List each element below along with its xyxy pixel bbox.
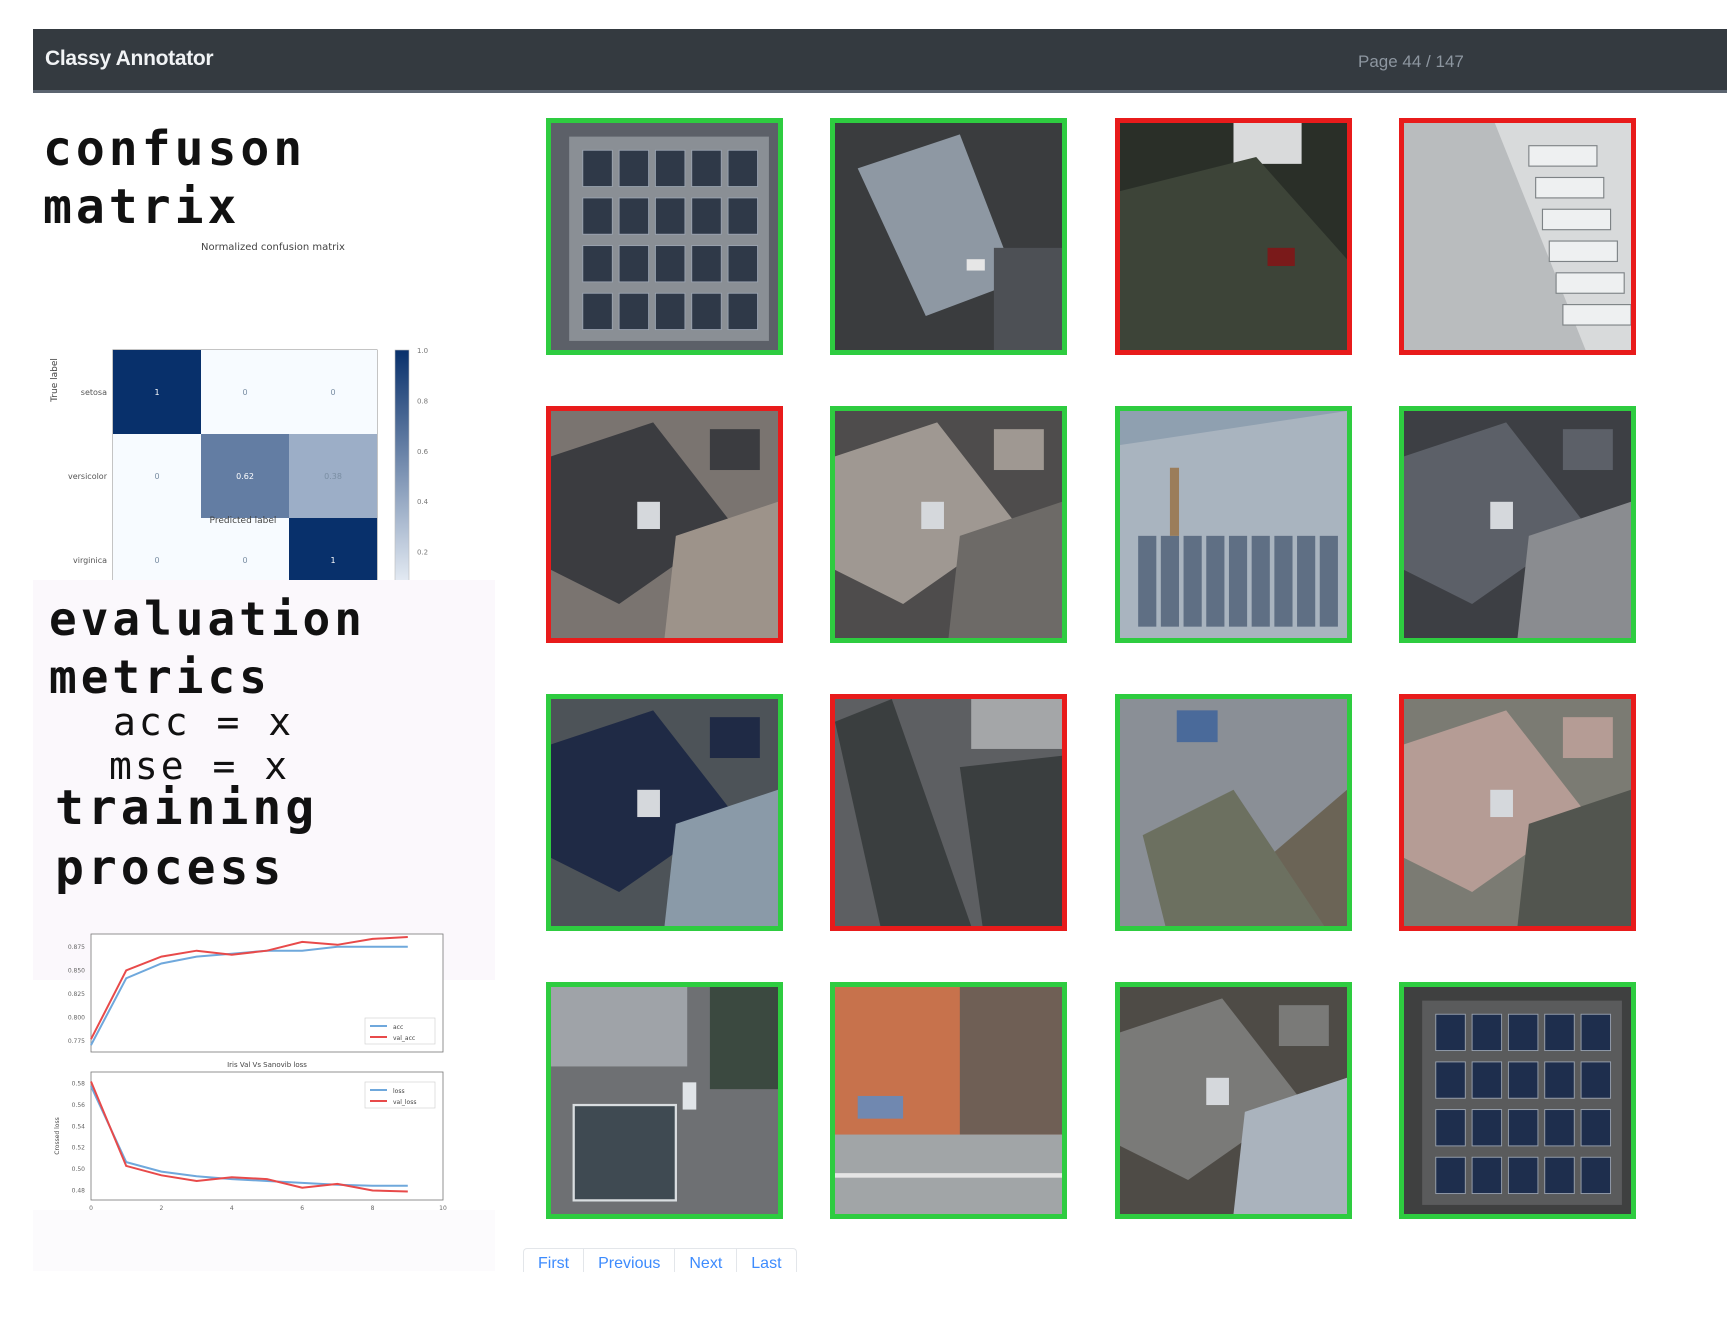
acc-metric: acc = x	[113, 700, 295, 744]
cm-colorbar-tick: 0.8	[417, 397, 428, 405]
cm-cell-label: 0	[330, 388, 335, 397]
first-page-button[interactable]: First	[524, 1249, 585, 1272]
image-tile-correct[interactable]	[830, 118, 1067, 355]
cm-cell-label: 0	[154, 556, 159, 565]
cm-cell-label: 0.62	[236, 472, 254, 481]
image-tile-correct[interactable]	[1115, 406, 1352, 643]
app-title[interactable]: Classy Annotator	[45, 47, 214, 71]
image-tile-correct[interactable]	[1399, 982, 1636, 1219]
cm-title: Normalized confusion matrix	[201, 242, 345, 253]
plot-ytick: 0.56	[72, 1102, 86, 1109]
legend-label: val_acc	[393, 1035, 415, 1042]
cm-cell-label: 0.38	[324, 472, 342, 481]
next-page-button[interactable]: Next	[675, 1249, 738, 1272]
accuracy-plot: 0.775 0.800 0.825 0.850 0.875 acc val_acc	[68, 933, 444, 1053]
image-tile-correct[interactable]	[1115, 982, 1352, 1219]
plot-ytick: 0.48	[72, 1187, 86, 1194]
aerial-photo	[835, 123, 1062, 350]
plot-ytick: 0.775	[68, 1038, 85, 1045]
previous-page-button[interactable]: Previous	[584, 1249, 676, 1272]
confusion-matrix-heading: confuson matrix	[43, 121, 307, 235]
legend-label: acc	[393, 1024, 403, 1031]
image-tile-correct[interactable]	[546, 982, 783, 1219]
evaluation-metrics-heading: evaluation metrics	[49, 590, 409, 706]
cm-cell-label: 0	[242, 556, 247, 565]
aerial-photo	[551, 411, 778, 638]
aerial-photo	[835, 699, 1062, 926]
cm-cell-label: 1	[330, 556, 335, 565]
aerial-photo	[1404, 987, 1631, 1214]
cm-colorbar-tick: 1.0	[417, 347, 428, 355]
cm-cell-label: 1	[154, 388, 159, 397]
page-indicator: Page 44 / 147	[1358, 52, 1464, 71]
loss-plot: 0.480.500.520.540.560.580 2 4 6 8 10lossval_l…	[54, 1061, 447, 1224]
cm-row-label: versicolor	[68, 472, 108, 481]
training-process-chart: 0.775 0.800 0.825 0.850 0.875 acc val_acc 0.48 0…	[54, 933, 447, 1224]
aerial-photo	[551, 699, 778, 926]
pagination: First Previous Next Last	[523, 1248, 797, 1272]
aerial-photo	[1120, 699, 1347, 926]
plot-ytick: 0.54	[72, 1123, 86, 1130]
metrics-sidebar: confuson matrix Normalized confusion mat…	[33, 110, 495, 1271]
image-tile-wrong[interactable]	[1399, 118, 1636, 355]
aerial-photo	[551, 123, 778, 350]
legend-label: loss	[393, 1088, 405, 1095]
cm-colorbar-tick: 0.2	[417, 549, 428, 557]
cm-colorbar-tick: 0.6	[417, 448, 429, 456]
aerial-photo	[1120, 123, 1347, 350]
cm-colorbar-tick: 0.4	[417, 498, 429, 506]
aerial-photo	[835, 411, 1062, 638]
sidebar-footer	[33, 1210, 495, 1271]
image-tile-wrong[interactable]	[830, 694, 1067, 931]
plot-ytick: 0.58	[72, 1081, 86, 1088]
cm-xlabel: Predicted label	[210, 516, 277, 526]
plot-title: Iris Val Vs Sanovib loss	[227, 1061, 307, 1069]
aerial-photo	[1120, 987, 1347, 1214]
training-process-heading: training process	[55, 780, 319, 896]
cm-ylabel: True label	[50, 358, 60, 403]
image-tile-correct[interactable]	[1399, 406, 1636, 643]
cm-cell-label: 0	[242, 388, 247, 397]
app-header: Classy Annotator Page 44 / 147	[33, 29, 1727, 93]
aerial-photo	[1120, 411, 1347, 638]
evaluation-heading-text: evaluation metrics	[49, 592, 366, 704]
aerial-photo	[1404, 411, 1631, 638]
cm-row-label: setosa	[81, 388, 107, 397]
image-tile-correct[interactable]	[1115, 694, 1352, 931]
plot-ytick: 0.800	[68, 1015, 85, 1022]
plot-ylabel: Crossed loss	[54, 1117, 61, 1154]
aerial-photo	[835, 987, 1062, 1214]
image-tile-correct[interactable]	[546, 694, 783, 931]
image-tile-correct[interactable]	[830, 982, 1067, 1219]
aerial-photo	[1404, 699, 1631, 926]
plot-ytick: 0.850	[68, 967, 85, 974]
aerial-photo	[1404, 123, 1631, 350]
image-tile-correct[interactable]	[830, 406, 1067, 643]
plot-ytick: 0.52	[72, 1145, 86, 1152]
plot-ytick: 0.50	[72, 1166, 86, 1173]
cm-colorbar: 1.00.80.60.40.20.0	[394, 347, 429, 607]
image-tile-wrong[interactable]	[546, 406, 783, 643]
plot-ytick: 0.875	[68, 944, 85, 951]
cm-cells: 1 0 0 0 0.62 0.38 0 0 1 setosa versicolor virginica…	[68, 349, 378, 616]
cm-row-label: virginica	[73, 556, 107, 565]
legend-label: val_loss	[393, 1099, 416, 1106]
image-tile-wrong[interactable]	[1115, 118, 1352, 355]
plot-ytick: 0.825	[68, 991, 85, 998]
last-page-button[interactable]: Last	[737, 1249, 795, 1272]
image-tile-correct[interactable]	[546, 118, 783, 355]
cm-cell-label: 0	[154, 472, 159, 481]
aerial-photo	[551, 987, 778, 1214]
image-tile-wrong[interactable]	[1399, 694, 1636, 931]
cm-colorbar-bar	[394, 349, 410, 603]
